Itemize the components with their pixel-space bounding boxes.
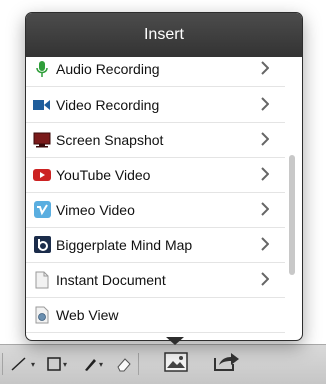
- chevron-right-icon: [261, 237, 269, 251]
- list-item-vimeo-video[interactable]: Vimeo Video: [26, 192, 285, 228]
- list-item-youtube-video[interactable]: YouTube Video: [26, 157, 285, 193]
- list-item-label: Vimeo Video: [56, 201, 135, 218]
- youtube-icon: [33, 166, 51, 184]
- line-tool-icon: [11, 357, 26, 371]
- chevron-right-icon: [261, 272, 269, 286]
- list-item-audio-recording[interactable]: Audio Recording: [26, 57, 285, 87]
- pen-tool-icon: [85, 359, 96, 371]
- chevron-down-icon: ▾: [31, 359, 36, 369]
- list-item-video-recording[interactable]: Video Recording: [26, 87, 285, 123]
- list-item-screen-snapshot[interactable]: Screen Snapshot: [26, 122, 285, 158]
- web-view-icon: [33, 306, 51, 324]
- insert-list: Audio Recording Video Recording Screen S…: [26, 57, 302, 340]
- share-icon: [214, 353, 239, 371]
- eraser-button[interactable]: [116, 355, 132, 373]
- share-button[interactable]: [213, 352, 241, 371]
- list-item-label: YouTube Video: [56, 166, 151, 183]
- chevron-down-icon: ▾: [63, 359, 68, 369]
- chevron-right-icon: [261, 132, 269, 146]
- list-item-label: Biggerplate Mind Map: [56, 236, 193, 253]
- list-item-label: Video Recording: [56, 96, 160, 113]
- list-item-label: Instant Document: [56, 271, 166, 288]
- shape-tool-icon: [47, 357, 61, 371]
- microphone-icon: [33, 60, 51, 78]
- list-item-instant-document[interactable]: Instant Document: [26, 262, 285, 298]
- chevron-right-icon: [261, 61, 269, 75]
- biggerplate-icon: [33, 236, 51, 254]
- chevron-right-icon: [261, 202, 269, 216]
- list-item-label: Web View: [56, 306, 119, 323]
- toolbar-separator: [2, 353, 3, 375]
- list-item-label: Screen Snapshot: [56, 131, 164, 148]
- scrollbar[interactable]: [289, 155, 295, 275]
- eraser-icon: [117, 358, 131, 372]
- popover-title: Insert: [26, 13, 302, 57]
- chevron-down-icon: ▾: [99, 359, 104, 369]
- document-icon: [33, 271, 51, 289]
- screen-icon: [33, 131, 51, 149]
- shape-tool-button[interactable]: ▾: [46, 355, 67, 373]
- bottom-toolbar: ▾ ▾ ▾: [0, 344, 326, 384]
- insert-popover: Insert Audio Recording Video Recording S…: [25, 12, 303, 341]
- list-item-biggerplate-mind-map[interactable]: Biggerplate Mind Map: [26, 227, 285, 263]
- line-tool-button[interactable]: ▾: [10, 355, 35, 373]
- list-item-label: Audio Recording: [56, 60, 160, 77]
- toolbar-separator: [138, 353, 139, 375]
- image-button[interactable]: [164, 352, 188, 372]
- chevron-right-icon: [261, 167, 269, 181]
- vimeo-icon: [33, 201, 51, 219]
- pen-tool-button[interactable]: ▾: [82, 355, 103, 373]
- chevron-right-icon: [261, 97, 269, 111]
- list-item-web-view[interactable]: Web View: [26, 297, 285, 333]
- video-camera-icon: [33, 96, 51, 114]
- image-icon: [164, 352, 188, 372]
- popover-arrow: [166, 337, 184, 345]
